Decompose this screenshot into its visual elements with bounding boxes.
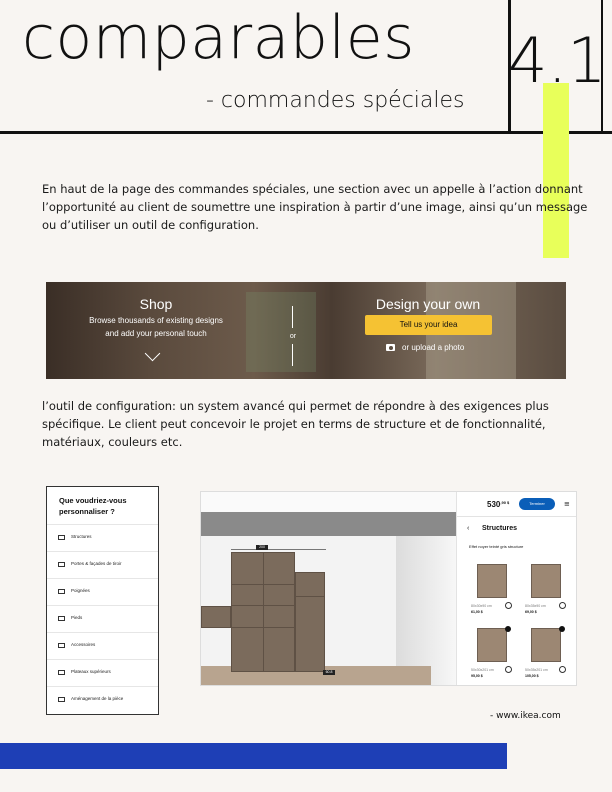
wardrobe-divider	[263, 552, 264, 672]
shop-description-line: and add your personal touch	[105, 329, 207, 338]
product-caption: 80x30x90 cm	[471, 604, 492, 608]
product-card[interactable]: 50x35x201 cm 105,00 $	[521, 626, 569, 682]
info-icon[interactable]	[559, 666, 566, 673]
total-price: 530,90 $	[487, 500, 509, 509]
menu-item-room-layout[interactable]: Aménagement de la pièce	[47, 686, 158, 714]
info-icon[interactable]	[505, 666, 512, 673]
camera-icon[interactable]	[386, 344, 395, 351]
menu-item-legs[interactable]: Pieds	[47, 605, 158, 633]
page-subtitle: - commandes spéciales	[206, 88, 465, 113]
panel-divider	[457, 516, 576, 517]
configurator-paragraph: l’outil de configuration: un system avan…	[42, 399, 549, 449]
design-heading: Design your own	[375, 296, 481, 312]
separator-line	[292, 306, 293, 328]
menu-item-tops[interactable]: Plateaux supérieurs	[47, 659, 158, 687]
back-arrow-icon[interactable]: ‹	[467, 525, 469, 532]
customize-menu: Que voudriez-vous personnaliser ? Struct…	[46, 486, 159, 715]
page-title: comparables	[22, 3, 415, 73]
product-card[interactable]: 80x30x90 cm 61,00 $	[467, 562, 515, 618]
menu-item-handles[interactable]: Poignées	[47, 578, 158, 606]
menu-icon[interactable]: ≡	[564, 500, 570, 508]
product-price: 61,00 $	[471, 610, 483, 614]
source-credit: - www.ikea.com	[490, 711, 561, 721]
configurator-screenshot: 200 60.8 530,90 $ Terminer ≡ ‹ Structure…	[200, 491, 577, 686]
room-ceiling	[201, 512, 456, 536]
menu-item-structures[interactable]: Structures	[47, 524, 158, 552]
legs-icon	[58, 616, 65, 621]
intro-paragraph: En haut de la page des commandes spécial…	[42, 182, 588, 232]
product-price: 105,00 $	[525, 674, 539, 678]
price-value: 530	[487, 500, 501, 509]
menu-item-label: Aménagement de la pièce	[71, 696, 124, 701]
product-price: 69,00 $	[525, 610, 537, 614]
top-panel-icon	[58, 670, 65, 675]
handle-icon	[58, 589, 65, 594]
product-caption: 80x35x90 cm	[525, 604, 546, 608]
shop-heading: Shop	[139, 296, 173, 312]
menu-item-label: Portes & façades de tiroir	[71, 561, 122, 566]
structure-icon	[58, 535, 65, 540]
header-divider	[0, 131, 612, 134]
dimension-tag: 60.8	[323, 670, 335, 675]
product-caption: 50x35x201 cm	[525, 668, 548, 672]
menu-item-label: Structures	[71, 534, 92, 539]
product-caption: 50x30x201 cm	[471, 668, 494, 672]
info-icon[interactable]	[559, 602, 566, 609]
door-icon	[58, 562, 65, 567]
product-card[interactable]: 80x35x90 cm 69,00 $	[521, 562, 569, 618]
menu-item-label: Plateaux supérieurs	[71, 669, 111, 674]
shop-description-line: Browse thousands of existing designs	[89, 316, 223, 325]
wardrobe-unit[interactable]	[201, 606, 231, 628]
product-image	[531, 564, 561, 598]
or-label: or	[289, 333, 297, 340]
info-icon[interactable]	[505, 602, 512, 609]
wardrobe-shelf	[295, 596, 325, 597]
wardrobe-unit[interactable]	[295, 572, 325, 672]
special-order-banner: Shop Browse thousands of existing design…	[46, 282, 566, 379]
panel-title: Structures	[482, 525, 518, 532]
tell-us-your-idea-button[interactable]: Tell us your idea	[365, 315, 492, 335]
product-card[interactable]: 50x30x201 cm 95,00 $	[467, 626, 515, 682]
top-rail	[231, 549, 326, 550]
product-image	[477, 564, 507, 598]
menu-item-label: Poignées	[71, 588, 90, 593]
panel-subtitle: Effet noyer teinté gris structure	[469, 544, 524, 549]
product-image	[531, 628, 561, 662]
section-number: 4.1	[508, 24, 607, 97]
room-background	[201, 492, 456, 512]
menu-item-label: Accessoires	[71, 642, 96, 647]
structures-panel: 530,90 $ Terminer ≡ ‹ Structures Effet n…	[456, 492, 576, 685]
chevron-down-icon[interactable]	[144, 345, 161, 362]
footer-bar	[0, 743, 507, 769]
room-side-wall	[396, 536, 456, 685]
product-image	[477, 628, 507, 662]
menu-title: Que voudriez-vous personnaliser ?	[59, 496, 127, 516]
finish-button[interactable]: Terminer	[519, 498, 555, 510]
separator-line	[292, 344, 293, 366]
check-icon	[559, 626, 565, 632]
price-cents: ,90 $	[500, 500, 510, 505]
product-price: 95,00 $	[471, 674, 483, 678]
accessories-icon	[58, 643, 65, 648]
menu-item-doors[interactable]: Portes & façades de tiroir	[47, 551, 158, 579]
dimension-tag: 200	[256, 545, 268, 550]
menu-item-accessories[interactable]: Accessoires	[47, 632, 158, 660]
menu-item-label: Pieds	[71, 615, 83, 620]
check-icon	[505, 626, 511, 632]
room-layout-icon	[58, 697, 65, 702]
upload-photo-link[interactable]: or upload a photo	[402, 343, 464, 352]
